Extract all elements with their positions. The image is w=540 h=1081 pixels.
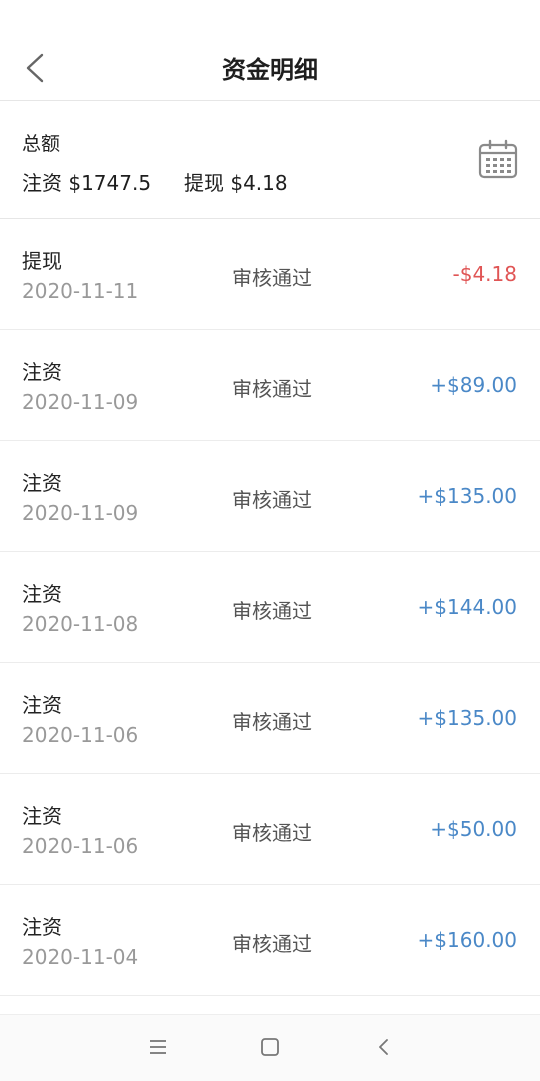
- record-status: 审核通过: [232, 710, 312, 734]
- record-status: 审核通过: [232, 266, 312, 290]
- menu-icon[interactable]: [149, 1036, 167, 1058]
- record-date: 2020-11-09: [22, 390, 139, 414]
- record-type: 注资: [22, 804, 62, 828]
- app-header: 资金明细: [0, 0, 540, 101]
- total-deposit: 注资 $1747.5: [22, 171, 152, 195]
- record-type: 注资: [22, 693, 62, 717]
- record-type: 提现: [22, 249, 62, 273]
- record-date: 2020-11-06: [22, 834, 139, 858]
- summary-section: 总额 注资 $1747.5 提现 $4.18: [0, 101, 540, 219]
- record-type: 注资: [22, 915, 62, 939]
- record-amount: +$135.00: [417, 484, 517, 508]
- record-date: 2020-11-09: [22, 501, 139, 525]
- record-row[interactable]: 提现 2020-11-11 审核通过 -$4.18: [0, 219, 540, 330]
- record-amount: +$160.00: [417, 928, 517, 952]
- records-list: 提现 2020-11-11 审核通过 -$4.18 注资 2020-11-09 审核通过 +$…: [0, 219, 540, 996]
- record-status: 审核通过: [232, 932, 312, 956]
- record-row[interactable]: 注资 2020-11-06 审核通过 +$50.00: [0, 774, 540, 885]
- record-row[interactable]: 注资 2020-11-09 审核通过 +$135.00: [0, 441, 540, 552]
- record-date: 2020-11-08: [22, 612, 139, 636]
- record-date: 2020-11-06: [22, 723, 139, 747]
- record-type: 注资: [22, 360, 62, 384]
- record-amount: -$4.18: [452, 262, 517, 286]
- record-row[interactable]: 注资 2020-11-06 审核通过 +$135.00: [0, 663, 540, 774]
- total-withdraw: 提现 $4.18: [184, 171, 288, 195]
- record-row[interactable]: 注资 2020-11-04 审核通过 +$160.00: [0, 885, 540, 996]
- record-amount: +$50.00: [430, 817, 517, 841]
- record-date: 2020-11-04: [22, 945, 139, 969]
- record-status: 审核通过: [232, 821, 312, 845]
- calendar-icon[interactable]: [478, 139, 518, 179]
- record-amount: +$135.00: [417, 706, 517, 730]
- record-amount: +$89.00: [430, 373, 517, 397]
- record-status: 审核通过: [232, 377, 312, 401]
- page-title: 资金明细: [222, 56, 318, 84]
- record-row[interactable]: 注资 2020-11-08 审核通过 +$144.00: [0, 552, 540, 663]
- record-row[interactable]: 注资 2020-11-09 审核通过 +$89.00: [0, 330, 540, 441]
- total-label: 总额: [22, 133, 61, 155]
- system-navbar: [0, 1014, 540, 1081]
- record-amount: +$144.00: [417, 595, 517, 619]
- record-date: 2020-11-11: [22, 279, 139, 303]
- back-icon[interactable]: [375, 1036, 391, 1058]
- home-icon[interactable]: [260, 1036, 280, 1058]
- record-status: 审核通过: [232, 599, 312, 623]
- record-status: 审核通过: [232, 488, 312, 512]
- record-type: 注资: [22, 471, 62, 495]
- record-type: 注资: [22, 582, 62, 606]
